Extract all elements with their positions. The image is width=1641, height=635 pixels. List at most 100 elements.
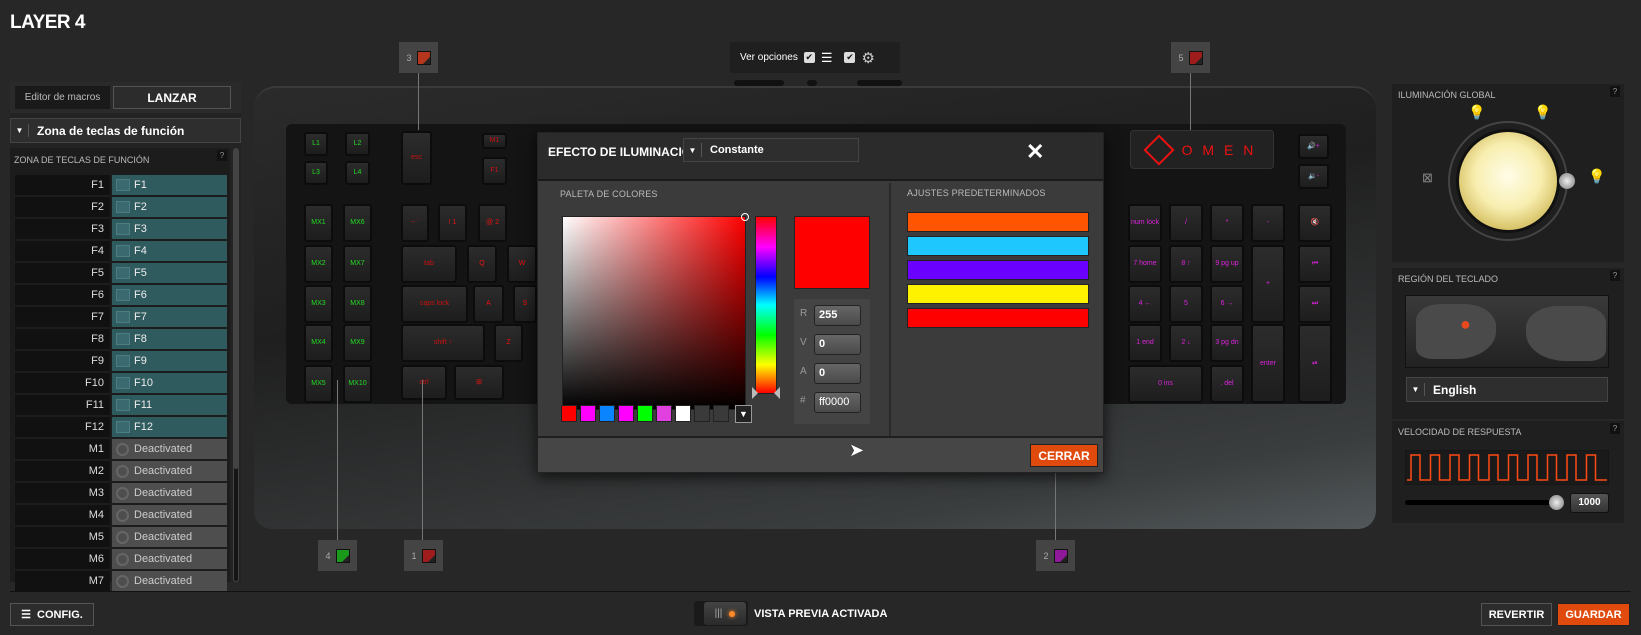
keyboard-key[interactable]: * [1210,204,1244,242]
keyboard-key[interactable]: ctrl [401,365,447,400]
keyboard-key[interactable]: num lock [1128,204,1162,242]
preset-color[interactable] [907,236,1089,256]
color-swatch[interactable] [675,405,691,422]
keyboard-key[interactable]: ⏭ [1298,285,1332,323]
row-assignment[interactable]: Deactivated [112,549,227,569]
keyboard-key[interactable]: MX7 [343,245,372,283]
preset-color[interactable] [907,284,1089,304]
zone-dropdown[interactable]: ▼ Zona de teclas de función [10,118,241,143]
row-assignment[interactable]: F4 [112,241,227,261]
region-dropdown[interactable]: ▼ English [1406,377,1608,402]
zone-callout[interactable]: 2 [1036,540,1075,571]
keyboard-key[interactable]: MX5 [304,365,333,403]
keyboard-key[interactable]: 8 ↑ [1169,245,1203,283]
row-assignment[interactable]: Deactivated [112,505,227,525]
row-assignment[interactable]: F12 [112,417,227,437]
zone-list-row[interactable]: M4 Deactivated [15,505,227,525]
r-input[interactable]: 255 [814,305,861,326]
keyboard-key[interactable]: caps lock [401,285,468,323]
keyboard-key[interactable]: tab [401,245,457,283]
zone-list-row[interactable]: M7 Deactivated [15,571,227,591]
keyboard-key[interactable]: 4 ← [1128,285,1162,323]
zone-list-row[interactable]: M5 Deactivated [15,527,227,547]
scrollbar-thumb[interactable] [234,149,238,469]
settings-checkbox[interactable]: ✔ [844,52,856,63]
close-icon[interactable]: ✕ [1026,139,1044,165]
zone-color-swatch[interactable] [1188,50,1203,65]
keyboard-key[interactable]: Z [494,324,523,362]
keyboard-key[interactable]: ! 1 [438,204,467,242]
keyboard-key[interactable]: A [473,285,504,323]
zone-list-row[interactable]: M2 Deactivated [15,461,227,481]
keyboard-key[interactable]: 9 pg up [1210,245,1244,283]
zone-callout[interactable]: 3 [399,42,438,73]
keyboard-key[interactable]: L4 [345,161,370,185]
keyboard-key[interactable]: 0 ins [1128,365,1203,403]
zone-list-row[interactable]: F10 F10 [15,373,227,393]
row-assignment[interactable]: F1 [112,175,227,195]
help-icon[interactable]: ? [217,150,227,161]
row-assignment[interactable]: Deactivated [112,439,227,459]
help-icon[interactable]: ? [1610,86,1620,97]
keyboard-key[interactable]: MX9 [343,324,372,362]
zone-callout[interactable]: 1 [404,540,443,571]
keyboard-key[interactable]: 7 home [1128,245,1162,283]
zone-list-row[interactable]: F5 F5 [15,263,227,283]
speed-slider-handle[interactable] [1549,495,1564,510]
color-field[interactable] [562,213,749,410]
zone-list-row[interactable]: M3 Deactivated [15,483,227,503]
preview-toggle-knob[interactable]: ||| [704,602,746,625]
row-assignment[interactable]: F3 [112,219,227,239]
zone-list-row[interactable]: F1 F1 [15,175,227,195]
keyboard-key[interactable]: Q [467,245,497,283]
zone-list-row[interactable]: M1 Deactivated [15,439,227,459]
row-assignment[interactable]: F2 [112,197,227,217]
hue-slider[interactable] [752,216,780,399]
speed-value[interactable]: 1000 [1570,493,1609,513]
keyboard-key[interactable]: @ 2 [478,204,507,242]
keyboard-key[interactable]: L1 [304,132,328,156]
zone-list-row[interactable]: M6 Deactivated [15,549,227,569]
keyboard-key[interactable]: MX8 [343,285,372,323]
row-assignment[interactable]: Deactivated [112,483,227,503]
launch-button[interactable]: LANZAR [113,86,231,109]
keyboard-key[interactable]: / [1169,204,1203,242]
speed-slider[interactable] [1405,495,1564,510]
color-swatch[interactable] [599,405,615,422]
row-assignment[interactable]: F8 [112,329,227,349]
keyboard-key[interactable]: MX10 [343,365,372,403]
zone-color-swatch[interactable] [1053,548,1068,563]
keyboard-key[interactable]: MX2 [304,245,333,283]
zone-color-swatch[interactable] [421,548,436,563]
color-swatch[interactable] [713,405,729,422]
zone-callout[interactable]: 5 [1171,42,1210,73]
keyboard-key[interactable]: L3 [304,161,328,185]
row-assignment[interactable]: F7 [112,307,227,327]
list-checkbox[interactable]: ✔ [803,52,815,63]
color-picker-handle[interactable] [741,213,749,221]
zone-list-row[interactable]: F6 F6 [15,285,227,305]
keyboard-key[interactable]: MX6 [343,204,372,242]
keyboard-key[interactable]: 6 → [1210,285,1244,323]
preset-color[interactable] [907,212,1089,232]
row-assignment[interactable]: Deactivated [112,571,227,591]
hue-slider-handle[interactable] [752,387,758,399]
keyboard-key[interactable]: ⊞ [454,365,504,400]
zone-list-row[interactable]: F9 F9 [15,351,227,371]
zone-list-row[interactable]: F8 F8 [15,329,227,349]
world-map[interactable]: ● [1405,295,1609,368]
zone-list-row[interactable]: F12 F12 [15,417,227,437]
keyboard-key[interactable]: L2 [345,132,370,156]
brightness-knob[interactable] [1559,173,1575,189]
keyboard-key[interactable]: MX4 [304,324,333,362]
hex-input[interactable]: ff0000 [814,392,861,413]
a-input[interactable]: 0 [814,363,861,384]
hue-slider-handle[interactable] [774,387,780,399]
keyboard-key[interactable]: MX1 [304,204,333,242]
keyboard-key[interactable]: M1 [482,133,507,149]
list-scrollbar[interactable] [233,148,239,582]
preview-toggle[interactable]: ||| [694,601,748,626]
omen-logo-key[interactable]: O M E N [1130,130,1274,169]
zone-list-row[interactable]: F2 F2 [15,197,227,217]
zone-callout[interactable]: 4 [318,540,357,571]
